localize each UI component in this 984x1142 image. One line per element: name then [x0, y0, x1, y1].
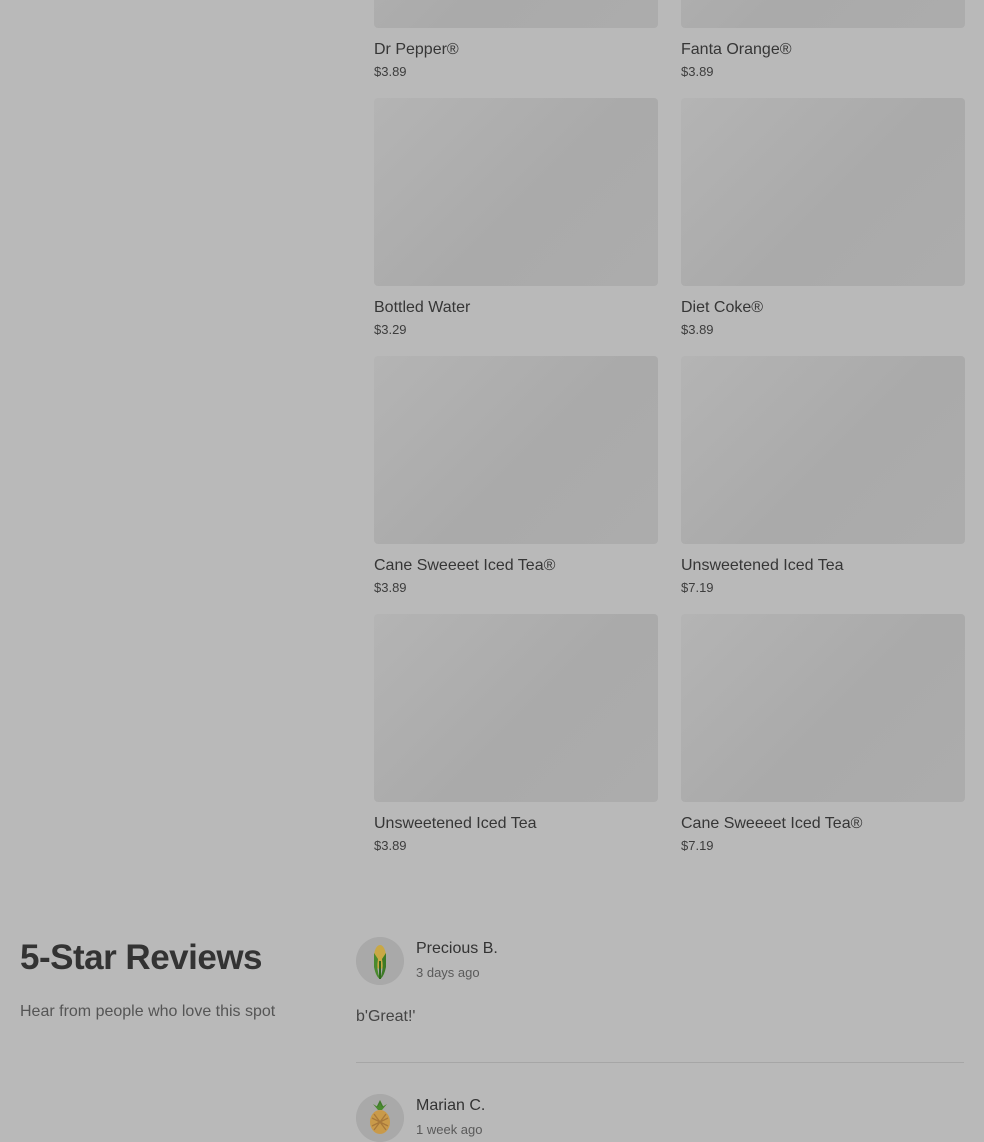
- reviewer-avatar: [356, 937, 404, 985]
- menu-item-image: [681, 98, 965, 286]
- menu-item-name: Cane Sweeeet Iced Tea®: [374, 557, 556, 574]
- review-time: 3 days ago: [416, 965, 480, 980]
- menu-item-card[interactable]: Unsweetened Iced Tea $3.89: [374, 614, 658, 854]
- menu-item-image: [681, 614, 965, 802]
- menu-item-name: Diet Coke®: [681, 299, 764, 316]
- reviews-subtitle: Hear from people who love this spot: [20, 1003, 276, 1020]
- reviewer-name: Marian C.: [416, 1097, 486, 1114]
- menu-item-image: [681, 356, 965, 544]
- menu-item-name: Dr Pepper®: [374, 41, 459, 58]
- menu-item-image: [374, 0, 658, 28]
- menu-item-name: Unsweetened Iced Tea: [374, 815, 537, 832]
- menu-item-price: $3.89: [374, 838, 407, 853]
- menu-item-price: $7.19: [681, 580, 714, 595]
- menu-item-name: Cane Sweeeet Iced Tea®: [681, 815, 863, 832]
- menu-item-card[interactable]: Bottled Water $3.29: [374, 98, 658, 338]
- menu-item-card[interactable]: Cane Sweeeet Iced Tea® $7.19: [681, 614, 965, 854]
- menu-item-name: Bottled Water: [374, 299, 471, 316]
- menu-item-price: $3.29: [374, 322, 407, 337]
- menu-item-image: [374, 98, 658, 286]
- menu-item-card[interactable]: Cane Sweeeet Iced Tea® $3.89: [374, 356, 658, 596]
- menu-item-card[interactable]: Fanta Orange® $3.89: [681, 0, 965, 80]
- reviewer-name: Precious B.: [416, 940, 498, 957]
- pineapple-icon: [356, 1094, 404, 1142]
- review-text: b'Great!': [356, 1008, 416, 1025]
- menu-item-price: $3.89: [681, 322, 714, 337]
- corn-icon: [356, 937, 404, 985]
- review-time: 1 week ago: [416, 1122, 483, 1137]
- menu-item-image: [681, 0, 965, 28]
- menu-item-card[interactable]: Diet Coke® $3.89: [681, 98, 965, 338]
- menu-item-price: $3.89: [681, 64, 714, 79]
- reviews-section-header: 5-Star Reviews Hear from people who love…: [20, 934, 275, 1022]
- menu-item-image: [374, 614, 658, 802]
- menu-item-name: Unsweetened Iced Tea: [681, 557, 844, 574]
- menu-item-image: [374, 356, 658, 544]
- reviewer-avatar: [356, 1094, 404, 1142]
- menu-item-price: $7.19: [681, 838, 714, 853]
- review-divider: [356, 1062, 964, 1063]
- reviews-title: 5-Star Reviews: [20, 938, 263, 977]
- menu-item-price: $3.89: [374, 580, 407, 595]
- menu-item-card[interactable]: Dr Pepper® $3.89: [374, 0, 658, 80]
- menu-item-name: Fanta Orange®: [681, 41, 792, 58]
- menu-item-price: $3.89: [374, 64, 407, 79]
- menu-item-card[interactable]: Unsweetened Iced Tea $7.19: [681, 356, 965, 596]
